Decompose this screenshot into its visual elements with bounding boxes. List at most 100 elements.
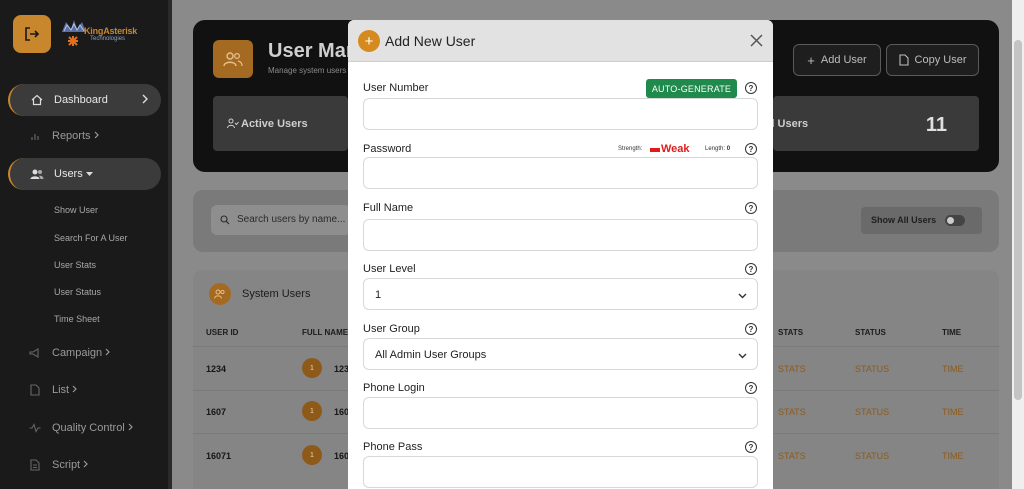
sidebar-subitem-show-user[interactable]: Show User [54, 205, 98, 215]
help-icon[interactable]: ? [745, 202, 757, 214]
auto-generate-button[interactable]: AUTO-GENERATE [646, 79, 737, 98]
table-title: System Users [242, 288, 311, 300]
column-header-time[interactable]: TIME [942, 328, 961, 337]
close-button[interactable] [747, 31, 765, 49]
brand-logo: KingAsterisk Technologies [58, 16, 158, 50]
status-link[interactable]: STATUS [855, 451, 889, 461]
sidebar-item-label: Quality Control [52, 422, 125, 434]
users-icon [30, 167, 44, 181]
sidebar: KingAsterisk Technologies Dashboard Repo… [0, 0, 172, 489]
sidebar-item-label: Users [54, 168, 83, 180]
scrollbar-thumb[interactable] [1014, 40, 1022, 400]
plus-icon: + [358, 30, 380, 52]
user-check-icon [227, 118, 239, 129]
time-link[interactable]: TIME [942, 364, 964, 374]
cell-full-name: 1607 [334, 407, 348, 417]
add-user-button[interactable]: + Add User [793, 44, 881, 76]
close-icon [749, 33, 763, 47]
column-header-status[interactable]: STATUS [855, 328, 886, 337]
copy-user-label: Copy User [914, 54, 967, 66]
strength-label: Strength: [618, 146, 643, 152]
column-header-stats[interactable]: STATS [778, 328, 803, 337]
cell-full-name: 1234 [334, 364, 348, 374]
phone-pass-input[interactable] [363, 456, 758, 488]
search-input[interactable]: Search users by name... [211, 205, 351, 235]
sidebar-item-users[interactable]: Users [8, 158, 161, 190]
plus-icon: + [807, 52, 815, 68]
show-all-users-toggle[interactable]: Show All Users [861, 207, 982, 234]
toggle-switch[interactable] [945, 215, 965, 226]
file-icon [28, 458, 42, 472]
logout-icon [25, 27, 40, 41]
user-level-label: User Level [363, 263, 416, 275]
chevron-right-icon [72, 384, 78, 396]
cell-user-id: 1234 [206, 364, 227, 374]
status-link[interactable]: STATUS [855, 364, 889, 374]
length-label: Length: [705, 146, 726, 152]
sidebar-item-label: Script [52, 459, 81, 471]
copy-user-button[interactable]: Copy User [886, 44, 979, 76]
time-link[interactable]: TIME [942, 451, 964, 461]
user-number-input[interactable] [363, 98, 758, 130]
chevron-right-icon [83, 459, 89, 471]
phone-pass-label: Phone Pass [363, 441, 423, 453]
sidebar-item-quality-control[interactable]: Quality Control [8, 412, 161, 444]
help-icon[interactable]: ? [745, 382, 757, 394]
modal-title: Add New User [385, 33, 476, 49]
sidebar-item-label: Dashboard [54, 94, 108, 106]
document-icon [28, 383, 42, 397]
status-link[interactable]: STATUS [855, 407, 889, 417]
user-number-label: User Number [363, 82, 429, 94]
password-input[interactable] [363, 157, 758, 189]
chevron-right-icon [94, 130, 100, 142]
full-name-label: Full Name [363, 202, 414, 214]
user-level-value: 1 [375, 289, 382, 301]
phone-login-input[interactable] [363, 397, 758, 429]
help-icon[interactable]: ? [745, 143, 757, 155]
help-icon[interactable]: ? [745, 323, 757, 335]
full-name-input[interactable] [363, 219, 758, 251]
column-header-user-id[interactable]: USER ID [206, 328, 238, 337]
sidebar-subitem-search-user[interactable]: Search For A User [54, 233, 128, 243]
add-user-modal: + Add New User User Number AUTO-GENERATE… [348, 20, 773, 489]
length-value: 0 [726, 146, 731, 152]
user-group-label: User Group [363, 323, 420, 335]
header-icon [213, 40, 253, 78]
show-all-users-label: Show All Users [871, 215, 937, 225]
sidebar-item-script[interactable]: Script [8, 449, 161, 481]
sidebar-item-label: List [52, 384, 70, 396]
chevron-down-icon [738, 350, 747, 362]
sidebar-item-dashboard[interactable]: Dashboard [8, 84, 161, 116]
page-title: User Management [268, 40, 348, 62]
chevron-right-icon [128, 422, 134, 434]
help-icon[interactable]: ? [745, 263, 757, 275]
user-group-select[interactable]: All Admin User Groups [363, 338, 758, 370]
search-placeholder: Search users by name... [237, 214, 346, 225]
sidebar-item-campaign[interactable]: Campaign [8, 337, 161, 369]
help-icon[interactable]: ? [745, 82, 757, 94]
strength-value: Weak [661, 143, 690, 155]
stat-card-active-users: Active Users [213, 96, 348, 151]
sidebar-item-list[interactable]: List [8, 374, 161, 406]
user-group-value: All Admin User Groups [375, 349, 487, 361]
password-label: Password [363, 143, 412, 155]
home-icon [30, 93, 44, 107]
cell-user-id: 1607 [206, 407, 227, 417]
system-users-icon [209, 283, 231, 305]
sidebar-subitem-time-sheet[interactable]: Time Sheet [54, 314, 100, 324]
column-header-full-name[interactable]: FULL NAME [302, 328, 348, 337]
sidebar-item-reports[interactable]: Reports [8, 120, 161, 152]
help-icon[interactable]: ? [745, 441, 757, 453]
stats-link[interactable]: STATS [778, 364, 806, 374]
pulse-icon [28, 421, 42, 435]
stats-link[interactable]: STATS [778, 407, 806, 417]
time-link[interactable]: TIME [942, 407, 964, 417]
brand-subtitle: Technologies [90, 36, 126, 42]
logout-button[interactable] [13, 15, 51, 53]
sidebar-subitem-user-status[interactable]: User Status [54, 287, 101, 297]
sidebar-subitem-user-stats[interactable]: User Stats [54, 260, 96, 270]
user-level-select[interactable]: 1 [363, 278, 758, 310]
sidebar-item-label: Reports [52, 130, 91, 142]
bar-chart-icon [28, 129, 42, 143]
stats-link[interactable]: STATS [778, 451, 806, 461]
